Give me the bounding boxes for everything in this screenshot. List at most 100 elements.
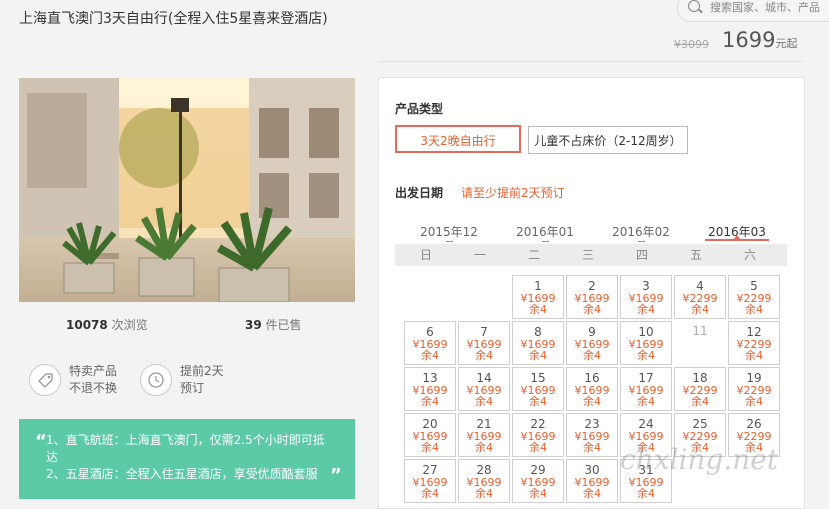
month-tab-label: 2015年12 bbox=[420, 225, 478, 239]
weekday-sun: 日 bbox=[419, 248, 432, 262]
calendar-day[interactable]: 16 ¥1699 余4 bbox=[566, 367, 618, 411]
calendar-day-stock: 余4 bbox=[475, 349, 493, 362]
feature-line1: 特卖产品 bbox=[69, 364, 118, 378]
product-photo bbox=[19, 78, 355, 302]
calendar-day[interactable]: 10 ¥1699 余4 bbox=[620, 321, 672, 365]
departure-date-label: 出发日期 bbox=[395, 186, 444, 200]
highlights-box: “ 1、直飞航班：上海直飞澳门，仅需2.5个小时即可抵达 2、五星酒店：全程入住… bbox=[19, 419, 355, 499]
calendar-day-stock: 余4 bbox=[529, 395, 547, 408]
option-3d2n[interactable]: 3天2晚自由行 bbox=[395, 125, 521, 153]
page-title: 上海直飞澳门3天自由行(全程入住5星喜来登酒店) bbox=[19, 11, 328, 27]
calendar-day[interactable]: 8 ¥1699 余4 bbox=[512, 321, 564, 365]
calendar-day-stock: 余4 bbox=[529, 487, 547, 500]
tag-icon bbox=[29, 364, 61, 396]
product-type-label: 产品类型 bbox=[395, 102, 444, 116]
calendar-day-stock: 余4 bbox=[421, 441, 439, 454]
month-tab-2016-02[interactable]: 2016年02 bbox=[611, 223, 671, 242]
calendar-day[interactable]: 7 ¥1699 余4 bbox=[458, 321, 510, 365]
view-count-label: 次浏览 bbox=[111, 318, 148, 332]
booking-hint: 请至少提前2天预订 bbox=[461, 186, 565, 200]
month-tab-marker bbox=[638, 241, 645, 242]
clock-icon bbox=[140, 364, 172, 396]
current-price: 1699元起 bbox=[722, 28, 797, 52]
calendar-day[interactable]: 13 ¥1699 余4 bbox=[404, 367, 456, 411]
month-tab-marker bbox=[446, 241, 453, 242]
calendar-day-stock: 余4 bbox=[583, 349, 601, 362]
month-tab-2016-01[interactable]: 2016年01 bbox=[515, 223, 575, 242]
calendar-day[interactable]: 28 ¥1699 余4 bbox=[458, 459, 510, 503]
month-tab-label: 2016年01 bbox=[516, 225, 574, 239]
calendar-day[interactable]: 1 ¥1699 余4 bbox=[512, 275, 564, 319]
highlight-line-2: 2、五星酒店：全程入住五星酒店，享受优质酷套服 bbox=[46, 467, 318, 481]
calendar-day-number: 11 bbox=[692, 324, 708, 338]
calendar-day[interactable]: 23 ¥1699 余4 bbox=[566, 413, 618, 457]
calendar-day-stock: 余4 bbox=[637, 395, 655, 408]
feature-text: 提前2天预订 bbox=[180, 363, 224, 397]
calendar-day-stock: 余4 bbox=[745, 349, 763, 362]
weekday-header: 日 一 二 三 四 五 六 bbox=[395, 244, 787, 266]
calendar-day[interactable]: 14 ¥1699 余4 bbox=[458, 367, 510, 411]
search-icon[interactable] bbox=[688, 0, 700, 12]
calendar-day[interactable]: 30 ¥1699 余4 bbox=[566, 459, 618, 503]
calendar-day-stock: 余4 bbox=[637, 303, 655, 316]
month-tab-2015-12[interactable]: 2015年12 bbox=[419, 223, 479, 242]
calendar-day[interactable]: 5 ¥2299 余4 bbox=[728, 275, 780, 319]
feature-line2: 预订 bbox=[180, 381, 205, 395]
header-divider bbox=[378, 61, 803, 62]
weekday-thu: 四 bbox=[635, 248, 648, 262]
calendar-day-stock: 余4 bbox=[691, 395, 709, 408]
highlight-line-1: 1、直飞航班：上海直飞澳门，仅需2.5个小时即可抵达 bbox=[46, 433, 325, 464]
calendar-day-stock: 余4 bbox=[691, 303, 709, 316]
calendar-day-stock: 余4 bbox=[637, 349, 655, 362]
weekday-sat: 六 bbox=[743, 248, 756, 262]
calendar-day[interactable]: 2 ¥1699 余4 bbox=[566, 275, 618, 319]
calendar-day-stock: 余4 bbox=[475, 441, 493, 454]
option-child-no-bed[interactable]: 儿童不占床价（2-12周岁） bbox=[528, 126, 688, 154]
calendar-day-stock: 余4 bbox=[583, 303, 601, 316]
calendar-day-stock: 余4 bbox=[745, 303, 763, 316]
calendar-day[interactable]: 22 ¥1699 余4 bbox=[512, 413, 564, 457]
month-tab-label: 2016年02 bbox=[612, 225, 670, 239]
calendar-day[interactable]: 4 ¥2299 余4 bbox=[674, 275, 726, 319]
feature-line1: 提前2天 bbox=[180, 364, 224, 378]
calendar-day[interactable]: 18 ¥2299 余4 bbox=[674, 367, 726, 411]
calendar-day-stock: 余4 bbox=[475, 395, 493, 408]
calendar-day-stock: 余4 bbox=[745, 395, 763, 408]
calendar-day[interactable]: 27 ¥1699 余4 bbox=[404, 459, 456, 503]
price-value: 1699 bbox=[722, 28, 776, 52]
feature-advance-booking: 提前2天预订 bbox=[130, 361, 240, 401]
calendar-day-stock: 余4 bbox=[637, 487, 655, 500]
calendar-day: 11 bbox=[674, 321, 726, 365]
calendar-day[interactable]: 3 ¥1699 余4 bbox=[620, 275, 672, 319]
calendar-day-stock: 余4 bbox=[529, 441, 547, 454]
calendar-day-stock: 余4 bbox=[583, 487, 601, 500]
sold-count-label: 件已售 bbox=[265, 318, 302, 332]
calendar-day[interactable]: 20 ¥1699 余4 bbox=[404, 413, 456, 457]
view-count: 10078 次浏览 bbox=[66, 316, 148, 333]
calendar-day[interactable]: 29 ¥1699 余4 bbox=[512, 459, 564, 503]
calendar-day[interactable]: 17 ¥1699 余4 bbox=[620, 367, 672, 411]
month-tab-2016-03[interactable]: 2016年03 bbox=[705, 223, 769, 241]
calendar-day-stock: 余4 bbox=[583, 395, 601, 408]
calendar-day[interactable]: 9 ¥1699 余4 bbox=[566, 321, 618, 365]
calendar-day-stock: 余4 bbox=[583, 441, 601, 454]
price-suffix: 元起 bbox=[775, 37, 798, 50]
calendar-day[interactable]: 15 ¥1699 余4 bbox=[512, 367, 564, 411]
active-month-caret-icon bbox=[733, 235, 741, 240]
calendar-day[interactable]: 21 ¥1699 余4 bbox=[458, 413, 510, 457]
feature-text: 特卖产品 不退不换 bbox=[69, 363, 117, 397]
calendar-day-stock: 余4 bbox=[529, 349, 547, 362]
view-count-value: 10078 bbox=[66, 318, 108, 332]
watermark: chxling.net bbox=[620, 443, 779, 476]
feature-special-sale: 特卖产品 不退不换 bbox=[19, 361, 129, 401]
calendar-day[interactable]: 19 ¥2299 余4 bbox=[728, 367, 780, 411]
calendar-day-stock: 余4 bbox=[421, 395, 439, 408]
calendar-day-stock: 余4 bbox=[421, 487, 439, 500]
calendar-day-stock: 余4 bbox=[421, 349, 439, 362]
calendar-day[interactable]: 12 ¥2299 余4 bbox=[728, 321, 780, 365]
search-placeholder: 搜索国家、城市、产品 bbox=[710, 1, 820, 14]
weekday-fri: 五 bbox=[689, 248, 702, 262]
sold-count: 39 件已售 bbox=[245, 316, 302, 333]
calendar-day[interactable]: 6 ¥1699 余4 bbox=[404, 321, 456, 365]
search-input[interactable]: 搜索国家、城市、产品 bbox=[677, 0, 829, 22]
